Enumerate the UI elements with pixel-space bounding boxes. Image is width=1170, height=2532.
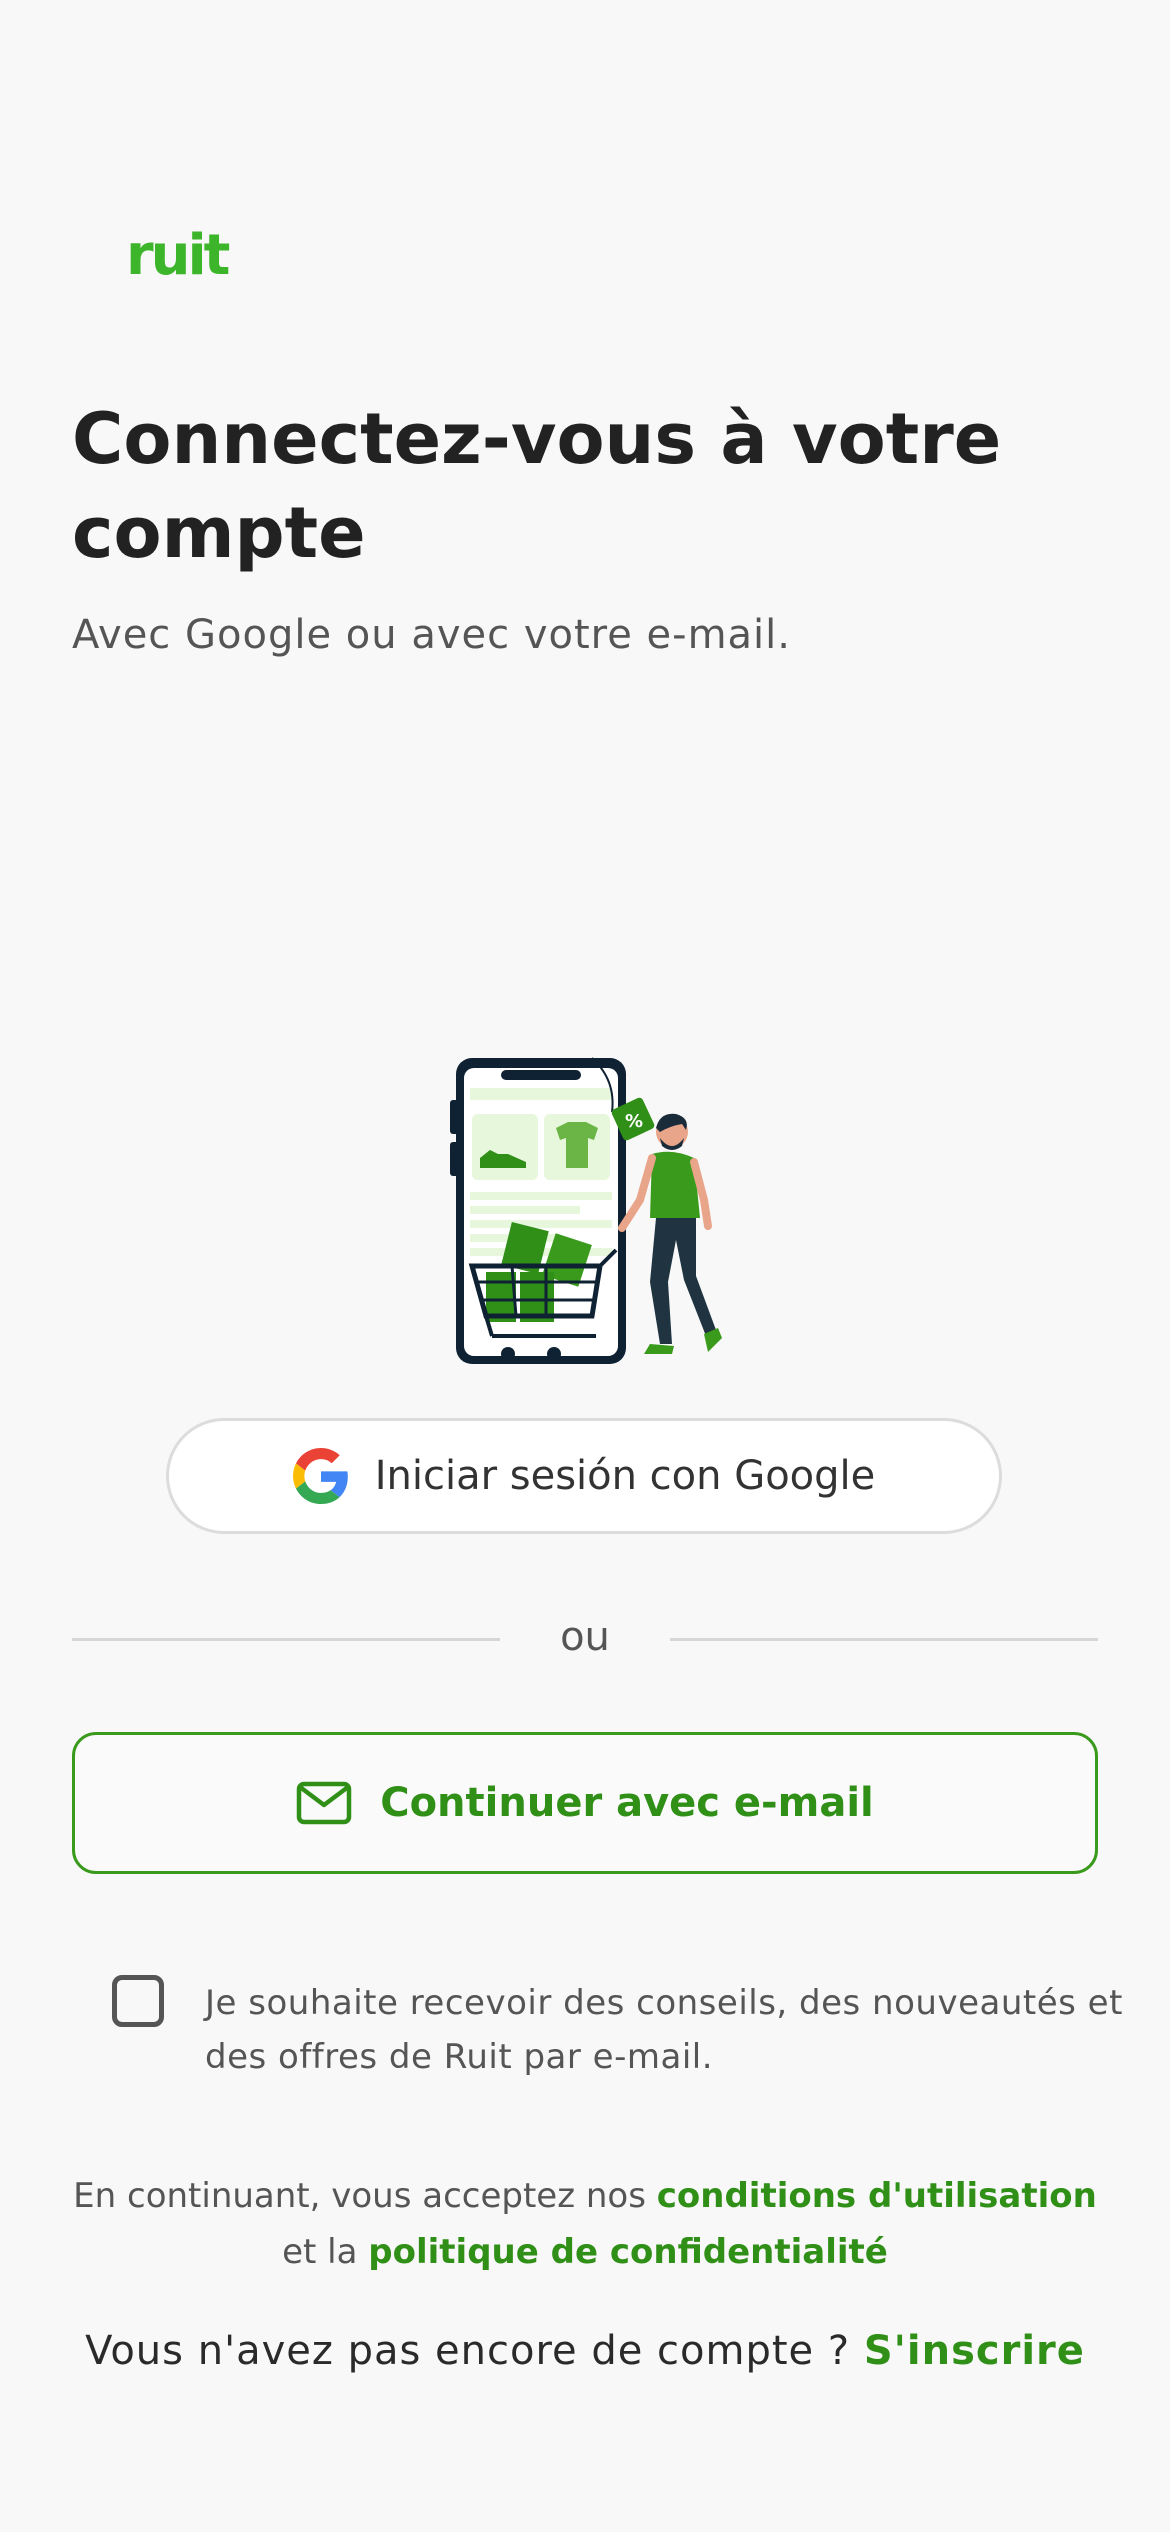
divider-line-right (670, 1638, 1098, 1641)
legal-notice: En continuant, vous acceptez nos conditi… (60, 2168, 1110, 2280)
signup-prompt-row: Vous n'avez pas encore de compte ? S'ins… (0, 2328, 1170, 2374)
divider-text: ou (560, 1614, 610, 1660)
ruit-logo: ruit (126, 223, 230, 288)
page-title: Connectez-vous à votre compte (72, 398, 1002, 574)
legal-prefix: En continuant, vous acceptez nos (73, 2176, 646, 2216)
continue-email-label: Continuer avec e-mail (380, 1780, 874, 1826)
signup-link[interactable]: S'inscrire (864, 2328, 1085, 2374)
signup-prompt: Vous n'avez pas encore de compte ? (85, 2328, 851, 2374)
google-g-icon (292, 1448, 348, 1504)
newsletter-checkbox[interactable] (112, 1975, 164, 2027)
privacy-link[interactable]: politique de confidentialité (368, 2232, 888, 2272)
legal-middle: et la (282, 2232, 358, 2272)
percent-tag: % (625, 1111, 643, 1132)
shopping-phone-illustration: % (450, 1057, 722, 1364)
envelope-icon (296, 1781, 352, 1825)
google-signin-button[interactable]: Iniciar sesión con Google (166, 1418, 1002, 1534)
terms-link[interactable]: conditions d'utilisation (657, 2176, 1097, 2216)
newsletter-label: Je souhaite recevoir des conseils, des n… (205, 1983, 1123, 2077)
divider-line-left (72, 1638, 500, 1641)
google-signin-label: Iniciar sesión con Google (374, 1453, 876, 1499)
page-subtitle: Avec Google ou avec votre e-mail. (72, 612, 791, 658)
continue-email-button[interactable]: Continuer avec e-mail (72, 1732, 1098, 1874)
